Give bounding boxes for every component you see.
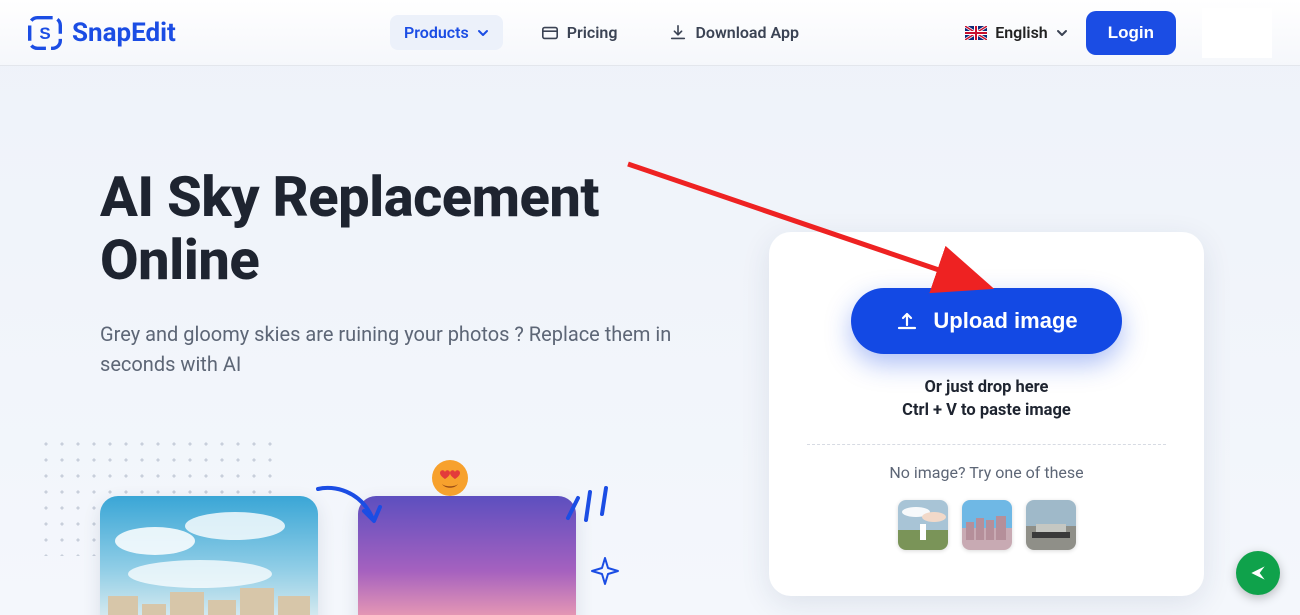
- share-icon: [1248, 563, 1268, 583]
- hero-subtitle: Grey and gloomy skies are ruining your p…: [100, 319, 700, 379]
- chevron-down-icon: [477, 27, 489, 39]
- upload-panel: Upload image Or just drop here Ctrl + V …: [769, 232, 1204, 596]
- logo-text: SnapEdit: [72, 18, 176, 48]
- logo-mark-icon: S: [28, 16, 62, 50]
- drop-hint: Or just drop here: [807, 378, 1166, 397]
- download-icon: [669, 24, 687, 42]
- transform-arrow-icon: [314, 481, 384, 531]
- nav-products-label: Products: [404, 23, 469, 42]
- chevron-down-icon: [1056, 27, 1068, 39]
- sample-image-1[interactable]: [898, 500, 948, 550]
- sample-images: [807, 500, 1166, 550]
- demo-image-after: [358, 496, 576, 615]
- card-icon: [541, 24, 559, 42]
- svg-text:S: S: [39, 23, 50, 42]
- sample-image-3[interactable]: [1026, 500, 1076, 550]
- sample-image-2[interactable]: [962, 500, 1012, 550]
- nav-pricing-label: Pricing: [567, 23, 618, 42]
- share-fab[interactable]: [1236, 551, 1280, 595]
- header-right: English Login: [965, 0, 1272, 65]
- logo[interactable]: S SnapEdit: [28, 16, 176, 50]
- nav-download[interactable]: Download App: [655, 15, 813, 50]
- upload-icon: [895, 309, 919, 333]
- upload-button-label: Upload image: [933, 308, 1077, 334]
- hero-copy: AI Sky Replacement Online Grey and gloom…: [100, 166, 740, 379]
- upload-image-button[interactable]: Upload image: [851, 288, 1121, 354]
- nav-download-label: Download App: [695, 23, 799, 42]
- login-button[interactable]: Login: [1086, 11, 1176, 55]
- accent-lines-icon: [560, 474, 612, 526]
- nav-pricing[interactable]: Pricing: [527, 15, 632, 50]
- main-nav: Products Pricing Download App: [390, 0, 813, 65]
- language-switcher[interactable]: English: [965, 23, 1068, 42]
- language-label: English: [995, 23, 1048, 42]
- hero-title: AI Sky Replacement Online: [100, 166, 740, 291]
- demo-image-before: [100, 496, 318, 615]
- sparkle-icon: [590, 556, 620, 586]
- paste-hint: Ctrl + V to paste image: [807, 401, 1166, 420]
- hero: AI Sky Replacement Online Grey and gloom…: [0, 66, 1300, 615]
- header-blank: [1202, 8, 1272, 58]
- nav-products[interactable]: Products: [390, 15, 503, 50]
- samples-label: No image? Try one of these: [807, 463, 1166, 482]
- flag-uk-icon: [965, 26, 987, 40]
- header: S SnapEdit Products Pricing Download App: [0, 0, 1300, 66]
- divider: [807, 444, 1166, 445]
- heart-eyes-emoji-icon: [430, 458, 470, 498]
